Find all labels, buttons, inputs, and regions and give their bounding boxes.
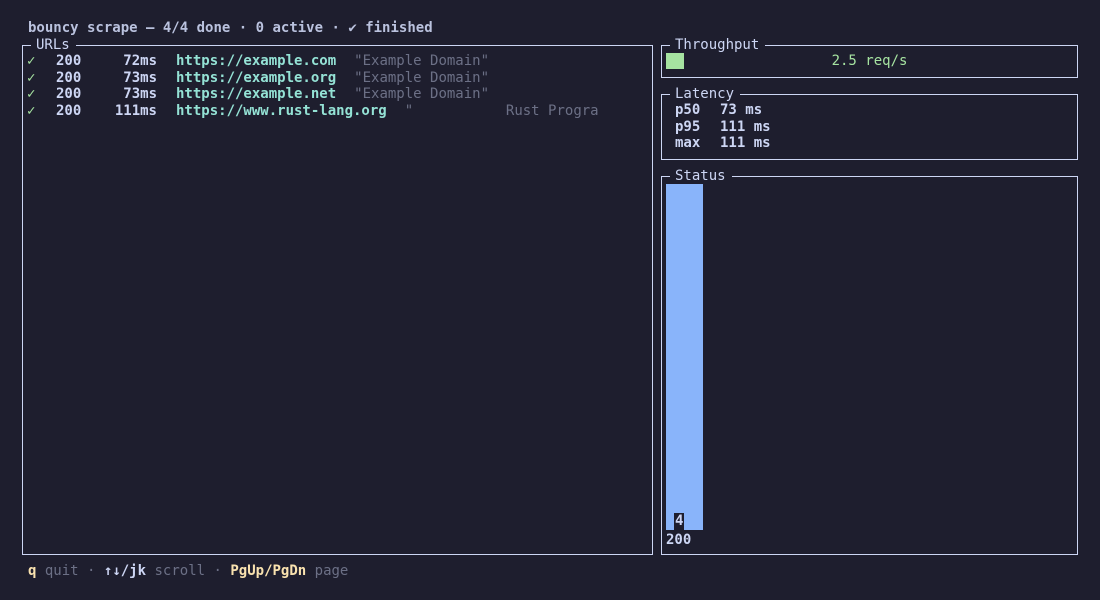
- url-row[interactable]: ✓ 200 111ms https://www.rust-lang.org " Rust…: [27, 103, 648, 120]
- status-code: 200: [56, 53, 82, 69]
- page-title: "Example Domain": [354, 86, 490, 102]
- latency-key: p50: [675, 102, 701, 118]
- scroll-label: scroll: [146, 563, 206, 579]
- quit-label: quit: [36, 563, 79, 579]
- response-time: 72ms: [123, 53, 157, 69]
- check-icon: ✓: [27, 86, 36, 102]
- status-panel: Status 4 200: [661, 167, 1078, 555]
- throughput-value: 2.5 req/s: [831, 53, 908, 69]
- latency-panel: Latency p50 73 ms p95 111 ms max 111 ms: [661, 85, 1078, 160]
- progress-status: 4/4 done: [162, 20, 231, 36]
- status-bar-chart: 4 200: [666, 184, 1073, 554]
- page-title: "Example Domain": [354, 53, 490, 69]
- url-link[interactable]: https://example.com: [176, 53, 336, 70]
- page-key: PgUp/PgDn: [230, 563, 307, 579]
- url-link[interactable]: https://example.net: [176, 86, 336, 103]
- page-title: "Example Domain": [354, 69, 490, 86]
- url-list[interactable]: ✓ 200 72ms https://example.com "Example Doma…: [27, 53, 648, 554]
- latency-key: p95: [675, 118, 701, 135]
- url-row[interactable]: ✓ 200 73ms https://example.net "Example Doma…: [27, 86, 648, 103]
- status-code: 200: [56, 86, 82, 102]
- footer-separator: ·: [205, 563, 231, 579]
- latency-stats: p50 73 ms p95 111 ms max 111 ms: [675, 102, 771, 152]
- page-label: page: [306, 563, 349, 579]
- latency-key: max: [675, 135, 701, 151]
- latency-value: 73 ms: [720, 102, 763, 118]
- url-link[interactable]: https://www.rust-lang.org: [176, 103, 387, 120]
- active-count: 0 active: [255, 20, 324, 36]
- check-icon: ✓: [27, 102, 36, 119]
- url-row[interactable]: ✓ 200 72ms https://example.com "Example Doma…: [27, 53, 648, 70]
- app-name: bouncy scrape: [28, 20, 138, 36]
- scroll-key: ↑↓/jk: [103, 563, 147, 579]
- latency-row: max 111 ms: [675, 135, 771, 152]
- check-icon: ✓: [27, 69, 36, 86]
- latency-value: 111 ms: [720, 135, 771, 151]
- bar-category-label: 200: [666, 532, 692, 548]
- latency-panel-title: Latency: [670, 85, 741, 103]
- run-state: ✔ finished: [348, 20, 433, 36]
- latency-row: p95 111 ms: [675, 119, 771, 136]
- check-icon: ✓: [27, 53, 36, 69]
- latency-value: 111 ms: [720, 118, 771, 135]
- footer-separator: ·: [78, 563, 104, 579]
- url-link[interactable]: https://example.org: [176, 70, 336, 87]
- urls-panel[interactable]: URLs ✓ 200 72ms https://example.com "Example…: [22, 36, 653, 555]
- page-title: " Rust Progra: [404, 102, 599, 119]
- url-row[interactable]: ✓ 200 73ms https://example.org "Example Doma…: [27, 70, 648, 87]
- status-code: 200: [56, 69, 82, 86]
- response-time: 111ms: [114, 102, 157, 119]
- latency-row: p50 73 ms: [675, 102, 771, 119]
- bar-value-label: 4: [674, 513, 685, 530]
- dot-separator: ·: [323, 20, 349, 36]
- status-code: 200: [56, 102, 82, 119]
- status-panel-title: Status: [670, 167, 732, 185]
- response-time: 73ms: [123, 69, 157, 86]
- app-title-bar: bouncy scrape — 4/4 done · 0 active · ✔ …: [28, 18, 433, 38]
- title-separator: —: [137, 20, 163, 36]
- dot-separator: ·: [230, 20, 256, 36]
- throughput-panel: Throughput 2.5 req/s: [661, 36, 1078, 78]
- keybinding-help: q quit · ↑↓/jk scroll · PgUp/PgDn page: [28, 561, 348, 581]
- urls-panel-title: URLs: [31, 36, 76, 54]
- response-time: 73ms: [123, 86, 157, 102]
- status-bar-200: 4: [666, 184, 703, 530]
